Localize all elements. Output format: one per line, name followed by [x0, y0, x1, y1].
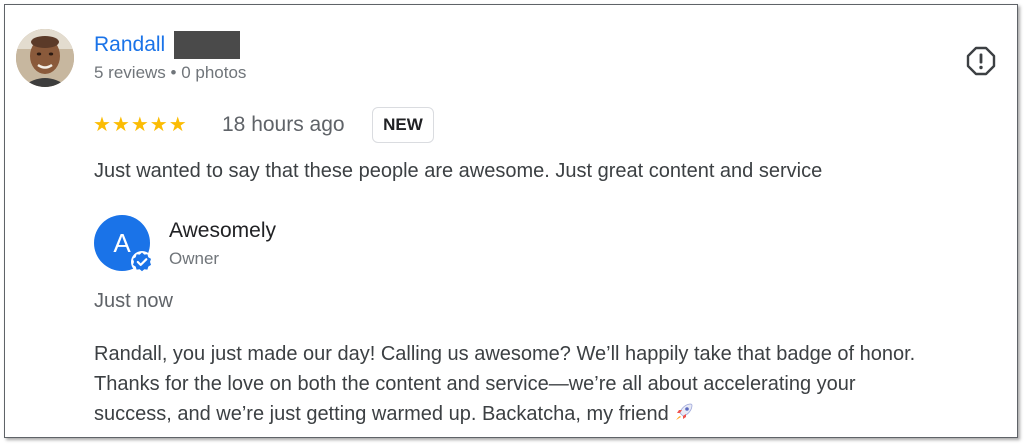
- reply-line-text: success, and we’re just getting warmed u…: [94, 403, 669, 425]
- review-time: 18 hours ago: [222, 113, 345, 136]
- owner-name: Awesomely: [169, 219, 276, 242]
- reply-line: Thanks for the love on both the content …: [94, 373, 856, 395]
- reply-line: Randall, you just made our day! Calling …: [94, 343, 916, 365]
- owner-role-label: Owner: [169, 249, 220, 268]
- new-badge: NEW: [372, 107, 434, 143]
- verified-check-icon: [131, 251, 153, 273]
- review-card: Randall 5 reviews • 0 photos ★★★★★ 18 ho…: [4, 4, 1018, 438]
- reply-line-last: success, and we’re just getting warmed u…: [94, 399, 1019, 429]
- report-review-icon[interactable]: [966, 46, 996, 76]
- star-rating: ★★★★★: [93, 114, 188, 136]
- review-text: Just wanted to say that these people are…: [94, 160, 823, 182]
- reviewer-avatar[interactable]: [16, 29, 74, 87]
- owner-reply-text: Randall, you just made our day! Calling …: [94, 339, 1019, 429]
- rocket-icon: [675, 403, 693, 420]
- reviewer-stats[interactable]: 5 reviews • 0 photos: [94, 63, 246, 83]
- person-photo-icon: [16, 29, 74, 87]
- redacted-surname: [174, 31, 240, 59]
- reply-time: Just now: [94, 290, 173, 312]
- reviewer-name-link[interactable]: Randall: [94, 33, 165, 57]
